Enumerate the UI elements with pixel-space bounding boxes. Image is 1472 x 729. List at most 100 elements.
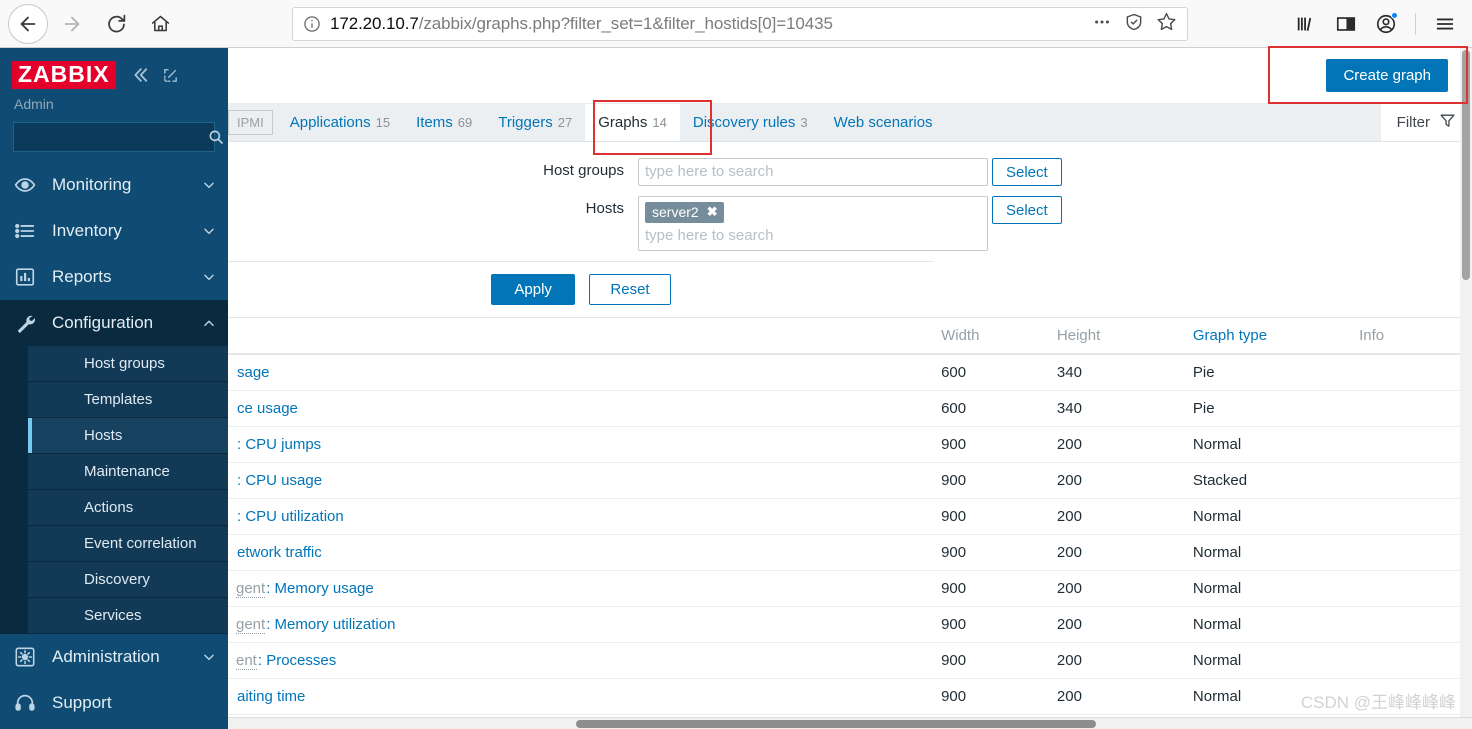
sidebar-item-host-groups[interactable]: Host groups: [28, 346, 228, 382]
bookmark-star-icon[interactable]: [1156, 11, 1177, 37]
graph-info-cell: [1351, 570, 1472, 607]
sidebar-item-maintenance[interactable]: Maintenance: [28, 454, 228, 490]
tab-items[interactable]: Items 69: [403, 104, 485, 141]
sidebar-item-monitoring[interactable]: Monitoring: [0, 162, 228, 208]
graph-name-cell: etwork traffic: [228, 534, 934, 571]
reset-button[interactable]: Reset: [589, 274, 671, 305]
tab-web-scenarios[interactable]: Web scenarios: [821, 104, 946, 141]
table-row[interactable]: : CPU utilization 900 200 Normal: [228, 498, 1472, 535]
table-row[interactable]: gent: Memory usage 900 200 Normal: [228, 570, 1472, 607]
apply-button[interactable]: Apply: [491, 274, 575, 305]
sidebar-item-templates[interactable]: Templates: [28, 382, 228, 418]
sidebar-item-maintenance-label: Maintenance: [84, 463, 170, 480]
col-header-graph-type[interactable]: Graph type: [1184, 318, 1352, 355]
sidebar-item-event-correlation-label: Event correlation: [84, 535, 197, 552]
gear-icon: [14, 646, 44, 668]
hosts-select-button[interactable]: Select: [992, 196, 1062, 224]
graph-name-link[interactable]: : Processes: [258, 652, 336, 669]
sidebar-item-services[interactable]: Services: [28, 598, 228, 634]
reload-icon[interactable]: [96, 4, 136, 44]
sidebar-item-inventory[interactable]: Inventory: [0, 208, 228, 254]
col-header-name[interactable]: [228, 318, 934, 355]
sidebar-username[interactable]: Admin: [0, 94, 228, 118]
hamburger-menu-icon[interactable]: [1428, 7, 1462, 41]
hosts-input[interactable]: server2 ✖ type here to search: [638, 196, 988, 251]
sidebar-item-support[interactable]: Support: [0, 680, 228, 726]
graph-name-link[interactable]: sage: [237, 364, 270, 381]
table-row[interactable]: ce usage 600 340 Pie: [228, 390, 1472, 427]
tab-applications[interactable]: Applications 15: [277, 104, 403, 141]
filter-toggle[interactable]: Filter: [1380, 104, 1472, 141]
table-row[interactable]: aiting time 900 200 Normal: [228, 678, 1472, 715]
graph-name-link[interactable]: : Memory utilization: [266, 616, 395, 633]
sidebar-item-hosts[interactable]: Hosts: [28, 418, 228, 454]
graph-info-cell: [1351, 498, 1472, 535]
col-header-width[interactable]: Width: [933, 318, 1049, 355]
collapse-sidebar-icon[interactable]: [130, 65, 150, 85]
sidebar-item-discovery[interactable]: Discovery: [28, 562, 228, 598]
host-groups-select-button[interactable]: Select: [992, 158, 1062, 186]
home-icon[interactable]: [140, 4, 180, 44]
graph-name-link[interactable]: : Memory usage: [266, 580, 374, 597]
graph-height-cell: 200: [1048, 606, 1185, 643]
page-actions-icon[interactable]: [1092, 12, 1112, 37]
tab-ipmi[interactable]: IPMI: [228, 110, 273, 135]
sidebar-item-reports[interactable]: Reports: [0, 254, 228, 300]
graph-name-link[interactable]: : CPU usage: [237, 472, 322, 489]
table-row[interactable]: gent: Memory utilization 900 200 Normal: [228, 606, 1472, 643]
graph-name-link[interactable]: ce usage: [237, 400, 298, 417]
graph-info-cell: [1351, 462, 1472, 499]
table-row[interactable]: sage 600 340 Pie: [228, 354, 1472, 391]
table-row[interactable]: etwork traffic 900 200 Normal: [228, 534, 1472, 571]
page-header: Create graph: [228, 48, 1472, 104]
back-icon[interactable]: [8, 3, 48, 44]
sidebar-item-configuration[interactable]: Configuration: [0, 300, 228, 346]
sidebar-item-administration[interactable]: Administration: [0, 634, 228, 680]
hide-sidebar-icon[interactable]: [162, 67, 179, 84]
host-chip-server2[interactable]: server2 ✖: [645, 202, 724, 223]
reader-view-icon[interactable]: [1124, 12, 1144, 37]
horizontal-scrollbar[interactable]: [228, 717, 1472, 729]
table-row[interactable]: : CPU usage 900 200 Stacked: [228, 462, 1472, 499]
col-header-height[interactable]: Height: [1048, 318, 1185, 355]
graph-type-cell: Normal: [1184, 570, 1352, 607]
graph-name-cell: sage: [228, 354, 934, 391]
browser-toolbar-right: [1289, 7, 1462, 41]
address-bar[interactable]: 172.20.10.7/zabbix/graphs.php?filter_set…: [292, 7, 1188, 41]
tab-triggers[interactable]: Triggers 27: [485, 104, 585, 141]
site-info-icon[interactable]: [303, 15, 321, 33]
graph-type-cell: Normal: [1184, 606, 1352, 643]
graph-template-prefix: ent: [236, 652, 257, 670]
library-icon[interactable]: [1289, 7, 1323, 41]
host-chip-remove-icon[interactable]: ✖: [707, 204, 718, 220]
graph-name-link[interactable]: aiting time: [237, 688, 305, 705]
graph-name-cell: ce usage: [228, 390, 934, 427]
account-icon[interactable]: [1369, 7, 1403, 41]
graph-name-link[interactable]: : CPU jumps: [237, 436, 321, 453]
table-row[interactable]: ent: Processes 900 200 Normal: [228, 642, 1472, 679]
tab-discovery-rules[interactable]: Discovery rules 3: [680, 104, 821, 141]
graph-name-link[interactable]: : CPU utilization: [237, 508, 344, 525]
vertical-scrollbar[interactable]: [1460, 48, 1472, 717]
create-graph-button[interactable]: Create graph: [1326, 59, 1448, 92]
table-row[interactable]: : CPU jumps 900 200 Normal: [228, 426, 1472, 463]
graph-name-link[interactable]: etwork traffic: [237, 544, 322, 561]
zabbix-sidebar: ZABBIX Admin Monitoring Inventory Report…: [0, 48, 228, 729]
tab-web-scenarios-label: Web scenarios: [833, 114, 933, 131]
forward-icon[interactable]: [52, 4, 92, 44]
sidebar-item-actions[interactable]: Actions: [28, 490, 228, 526]
col-header-info[interactable]: Info: [1351, 318, 1472, 355]
tab-graphs[interactable]: Graphs 14: [585, 104, 680, 141]
sidebar-item-reports-label: Reports: [52, 267, 112, 286]
sidebar-item-event-correlation[interactable]: Event correlation: [28, 526, 228, 562]
search-icon[interactable]: [207, 128, 225, 146]
zabbix-logo[interactable]: ZABBIX: [12, 61, 116, 89]
sidebar-toggle-icon[interactable]: [1329, 7, 1363, 41]
host-groups-input[interactable]: type here to search: [638, 158, 988, 186]
horizontal-scrollbar-thumb[interactable]: [576, 720, 1096, 728]
graph-height-cell: 200: [1048, 678, 1185, 715]
vertical-scrollbar-thumb[interactable]: [1462, 50, 1470, 280]
search-input[interactable]: [22, 128, 207, 146]
url-host: 172.20.10.7: [330, 14, 419, 33]
sidebar-search[interactable]: [13, 122, 223, 152]
